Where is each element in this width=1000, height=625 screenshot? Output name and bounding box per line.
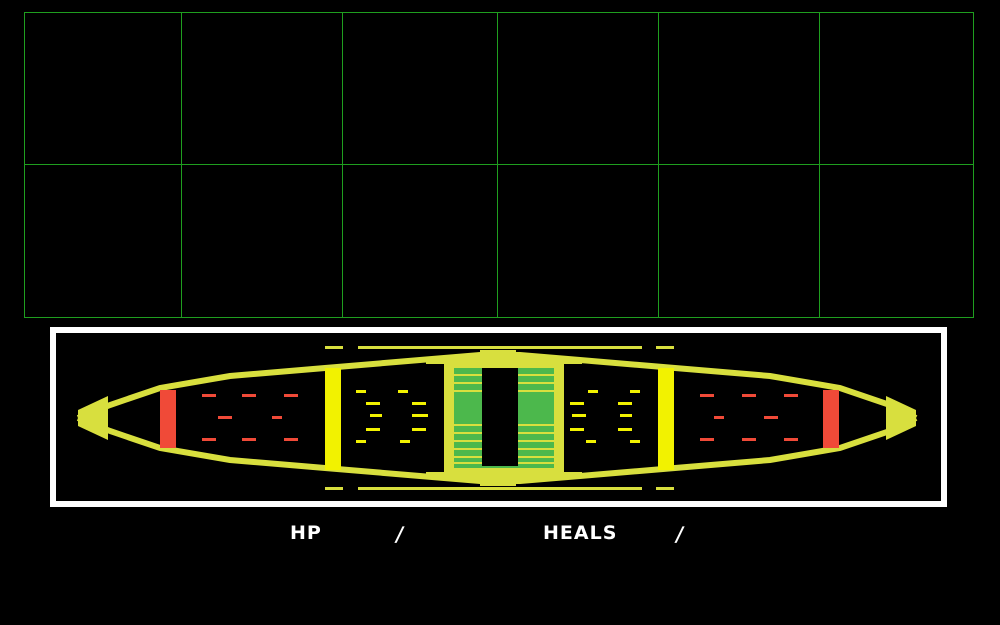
yellow-bullets-right	[570, 390, 640, 443]
attack-pattern	[76, 346, 918, 490]
hp-label: HP	[290, 522, 322, 544]
yellow-bullets-left	[356, 390, 428, 443]
heals-label: HEALS	[543, 522, 618, 544]
red-bullets-right	[700, 394, 798, 441]
red-bullets-left	[202, 394, 298, 441]
center-core	[426, 350, 582, 486]
